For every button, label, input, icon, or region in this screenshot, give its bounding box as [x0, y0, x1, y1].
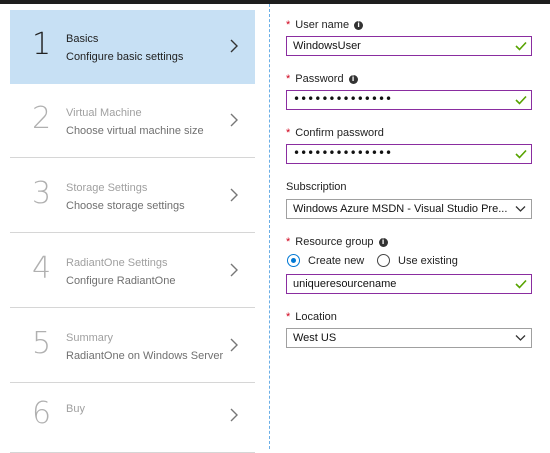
username-field[interactable]: WindowsUser [286, 36, 532, 56]
step-subtitle: Configure RadiantOne [66, 275, 176, 287]
step-number: 3 [32, 176, 52, 211]
step-subtitle: Configure basic settings [66, 51, 184, 63]
info-icon[interactable]: i [378, 238, 388, 247]
subscription-select[interactable]: Windows Azure MSDN - Visual Studio Pre..… [286, 199, 532, 219]
step-number: 5 [32, 326, 52, 361]
required-star: * [286, 236, 291, 248]
step-storage-settings[interactable]: 3 Storage Settings Choose storage settin… [10, 159, 255, 233]
info-icon[interactable]: i [348, 75, 358, 84]
subscription-label: Subscription [286, 181, 347, 193]
step-number: 6 [32, 396, 52, 431]
checkmark-icon [515, 149, 527, 159]
password-field[interactable]: •••••••••••••• [286, 90, 532, 110]
use-existing-radio[interactable] [377, 254, 390, 267]
chevron-right-icon [230, 39, 238, 53]
location-value: West US [293, 332, 337, 344]
step-subtitle: Choose virtual machine size [66, 125, 204, 137]
step-title: Storage Settings [66, 182, 148, 194]
panel-divider [269, 4, 270, 449]
chevron-right-icon [230, 263, 238, 277]
required-star: * [286, 127, 291, 139]
username-value: WindowsUser [293, 40, 361, 52]
step-radiantone-settings[interactable]: 4 RadiantOne Settings Configure RadiantO… [10, 234, 255, 308]
subscription-value: Windows Azure MSDN - Visual Studio Pre..… [293, 203, 508, 215]
step-virtual-machine[interactable]: 2 Virtual Machine Choose virtual machine… [10, 84, 255, 158]
confirm-password-field[interactable]: •••••••••••••• [286, 144, 532, 164]
username-label: * User name i [286, 19, 364, 31]
resource-group-field[interactable]: uniqueresourcename [286, 274, 532, 294]
confirm-password-label: * Confirm password [286, 127, 384, 139]
step-subtitle: Choose storage settings [66, 200, 185, 212]
password-value: •••••••••••••• [293, 92, 393, 106]
basics-form: * User name i WindowsUser * Password i •••••… [278, 4, 550, 449]
chevron-right-icon [230, 188, 238, 202]
checkmark-icon [515, 279, 527, 289]
step-title: Virtual Machine [66, 107, 142, 119]
wizard-steps: 1 Basics Configure basic settings 2 Virt… [0, 4, 268, 453]
location-label: * Location [286, 311, 337, 323]
step-basics[interactable]: 1 Basics Configure basic settings [10, 10, 255, 84]
info-icon[interactable]: i [354, 21, 364, 30]
step-number: 4 [32, 251, 52, 286]
use-existing-label: Use existing [398, 255, 458, 267]
required-star: * [286, 311, 291, 323]
create-new-label: Create new [308, 255, 365, 267]
chevron-right-icon [230, 113, 238, 127]
chevron-down-icon [515, 335, 526, 341]
step-subtitle: RadiantOne on Windows Server [66, 350, 224, 362]
location-select[interactable]: West US [286, 328, 532, 348]
step-summary[interactable]: 5 Summary RadiantOne on Windows Server [10, 309, 255, 383]
chevron-right-icon [230, 338, 238, 352]
create-new-radio[interactable] [287, 254, 300, 267]
password-label: * Password i [286, 73, 358, 85]
step-title: Buy [66, 403, 85, 415]
step-title: Basics [66, 33, 99, 45]
chevron-down-icon [515, 206, 526, 212]
step-buy[interactable]: 6 Buy [10, 379, 255, 453]
required-star: * [286, 19, 291, 31]
checkmark-icon [515, 41, 527, 51]
chevron-right-icon [230, 408, 238, 422]
resource-group-value: uniqueresourcename [293, 278, 397, 290]
step-number: 1 [32, 27, 52, 62]
resource-group-label: * Resource group i [286, 236, 388, 248]
step-title: RadiantOne Settings [66, 257, 168, 269]
checkmark-icon [515, 95, 527, 105]
required-star: * [286, 73, 291, 85]
step-title: Summary [66, 332, 114, 344]
confirm-password-value: •••••••••••••• [293, 146, 393, 160]
step-number: 2 [32, 101, 52, 136]
